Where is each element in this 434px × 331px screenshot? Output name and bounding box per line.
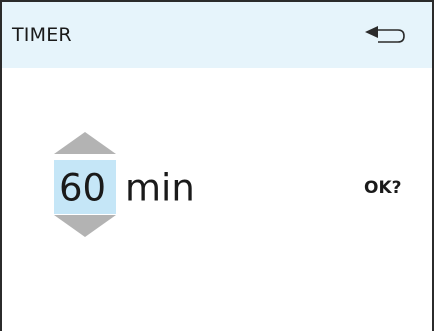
increment-button[interactable]: [54, 132, 116, 154]
back-button[interactable]: [362, 24, 408, 48]
triangle-up-icon: [54, 132, 116, 154]
timer-screen: TIMER 60 min OK?: [0, 0, 434, 331]
header-bar: TIMER: [2, 2, 432, 68]
triangle-down-icon: [54, 215, 116, 237]
page-title: TIMER: [12, 24, 72, 46]
decrement-button[interactable]: [54, 215, 116, 237]
ok-button[interactable]: OK?: [364, 178, 402, 198]
back-arrow-icon: [365, 26, 405, 43]
minutes-unit-label: min: [125, 166, 195, 210]
minutes-value: 60: [59, 166, 107, 210]
